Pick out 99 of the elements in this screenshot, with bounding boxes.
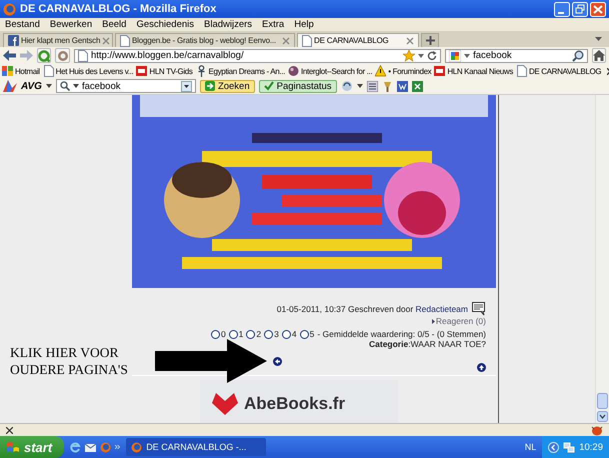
bookmark-item[interactable]: HLN TV-Gids <box>136 65 193 77</box>
brand-name: AbeBooks.fr <box>244 394 346 414</box>
checkmark-icon <box>264 81 274 91</box>
globe-icon <box>3 2 16 16</box>
brand-label: AVG <box>21 80 42 92</box>
clock-time: 10:29 <box>579 442 603 452</box>
refresh-icon[interactable] <box>427 50 438 60</box>
taskbar-button[interactable]: DE CARNAVALBLOG -... <box>126 438 266 456</box>
caret-icon[interactable] <box>356 84 363 88</box>
house-icon <box>592 50 605 61</box>
ad-banner[interactable]: AbeBooks.fr <box>200 380 398 423</box>
address-bar[interactable]: http://www.bloggen.be/carnavalblog/ <box>74 48 442 62</box>
network-icon[interactable] <box>563 442 576 452</box>
back-arrow-icon[interactable] <box>3 50 16 61</box>
arrow-icon <box>155 339 267 383</box>
square-logo-icon <box>136 65 148 77</box>
avg-logo-icon <box>3 80 17 92</box>
w-document-icon[interactable] <box>396 80 408 92</box>
triangle-icon <box>432 318 435 324</box>
windows-logo-icon <box>2 65 13 77</box>
home-button[interactable] <box>592 48 606 63</box>
star-icon[interactable] <box>403 50 416 62</box>
left-chevron-icon[interactable] <box>548 442 560 452</box>
x-document-icon[interactable] <box>412 80 423 92</box>
browser-tab[interactable]: DE CARNAVALBLOG <box>297 33 419 47</box>
bookmark-item[interactable]: Egyptian Dreams - An... <box>196 65 285 77</box>
menu-item[interactable]: Geschiedenis <box>136 19 194 30</box>
author-link[interactable]: Redactieteam <box>416 304 468 314</box>
square-logo-icon <box>434 65 446 77</box>
caret-icon[interactable] <box>595 37 602 41</box>
page-icon <box>78 50 88 62</box>
new-tab-button[interactable] <box>421 33 439 47</box>
search-button[interactable]: Zoeken <box>200 80 255 92</box>
post-meta: 01-05-2011, 10:37 Geschreven door Redactieteam <box>276 304 468 314</box>
bookmark-item[interactable]: HLN Kanaal Nieuws <box>434 65 513 77</box>
refresh-icon[interactable] <box>340 80 353 92</box>
ring-icon <box>56 50 69 62</box>
dropdown-icon[interactable] <box>180 80 192 92</box>
brush-icon[interactable] <box>382 80 393 92</box>
close-icon[interactable] <box>6 426 13 434</box>
bookmark-item[interactable]: Interglot--Search for ... <box>288 65 372 77</box>
caret-icon[interactable] <box>418 54 424 58</box>
envelope-icon[interactable] <box>85 442 96 452</box>
search-field[interactable]: facebook <box>56 79 196 93</box>
browser-tab[interactable]: Hier klapt men Gentsch <box>3 33 113 47</box>
scrollbar[interactable] <box>595 95 609 423</box>
comment-icon[interactable] <box>472 302 486 316</box>
menu-item[interactable]: Help <box>294 19 314 30</box>
page-icon <box>302 34 312 46</box>
windows-logo-icon <box>6 440 20 454</box>
stop-button[interactable] <box>55 48 70 63</box>
search-value: facebook <box>82 80 120 92</box>
menu-item[interactable]: Bestand <box>5 19 40 30</box>
search-field[interactable]: facebook <box>445 48 588 62</box>
scroll-down-icon[interactable] <box>597 411 608 422</box>
scroll-thumb-icon[interactable] <box>597 393 608 409</box>
arrow-icon <box>204 81 215 91</box>
browser-tab[interactable]: Bloggen.be - Gratis blog - weblog! Eenvo... <box>115 33 295 47</box>
bug-icon[interactable] <box>591 424 603 436</box>
bookmark-item[interactable]: Hotmail <box>2 65 40 77</box>
bookmark-item[interactable]: Het Huis des Levens v... <box>42 65 134 77</box>
g-logo-icon <box>449 50 462 62</box>
menu-item[interactable]: Bladwijzers <box>204 19 252 30</box>
bookmark-item[interactable]: • Forumindex <box>375 65 432 77</box>
chevron-icon[interactable] <box>115 445 120 449</box>
f-logo-icon <box>8 35 19 46</box>
page-icon <box>516 65 527 77</box>
page-icon <box>42 65 54 77</box>
reload-button[interactable] <box>37 48 52 63</box>
bookmark-item[interactable]: DE CARNAVALBLOG <box>516 65 602 77</box>
restore-icon[interactable] <box>572 2 588 16</box>
page-icon <box>120 34 130 46</box>
search-icon[interactable] <box>572 50 584 62</box>
caret-icon[interactable] <box>46 84 52 88</box>
url-text: http://www.bloggen.be/carnavalblog/ <box>90 50 244 61</box>
warning-icon <box>375 65 386 77</box>
caret-icon[interactable] <box>464 54 470 58</box>
caret-icon[interactable] <box>72 84 79 88</box>
ball-icon <box>288 65 299 77</box>
start-button[interactable]: start <box>0 436 64 458</box>
tab-close-icon[interactable] <box>406 36 414 44</box>
minimize-icon[interactable] <box>554 2 570 16</box>
comments-link[interactable]: Reageren (0) <box>432 316 486 326</box>
e-logo-icon[interactable] <box>70 442 82 452</box>
search-value: facebook <box>473 50 512 61</box>
category-text: Categorie:WAAR NAAR TOE? <box>369 339 486 349</box>
annotation-text: KLIK HIER VOOR OUDERE PAGINA'S <box>10 344 129 378</box>
menu-item[interactable]: Beeld <box>102 19 126 30</box>
rating-summary: - Gemiddelde waardering: 0/5 - (0 Stemmen) <box>317 329 486 339</box>
list-icon[interactable] <box>366 80 378 92</box>
ankh-icon <box>196 65 207 77</box>
plus-icon <box>426 36 434 45</box>
globe-icon <box>131 442 142 452</box>
page-status-button[interactable]: Paginastatus <box>258 80 337 92</box>
search-icon <box>60 81 70 91</box>
language-indicator[interactable]: NL <box>524 442 536 452</box>
menu-item[interactable]: Bewerken <box>50 19 92 30</box>
window-title: DE CARNAVALBLOG - Mozilla Firefox <box>20 3 218 15</box>
menu-item[interactable]: Extra <box>262 19 284 30</box>
